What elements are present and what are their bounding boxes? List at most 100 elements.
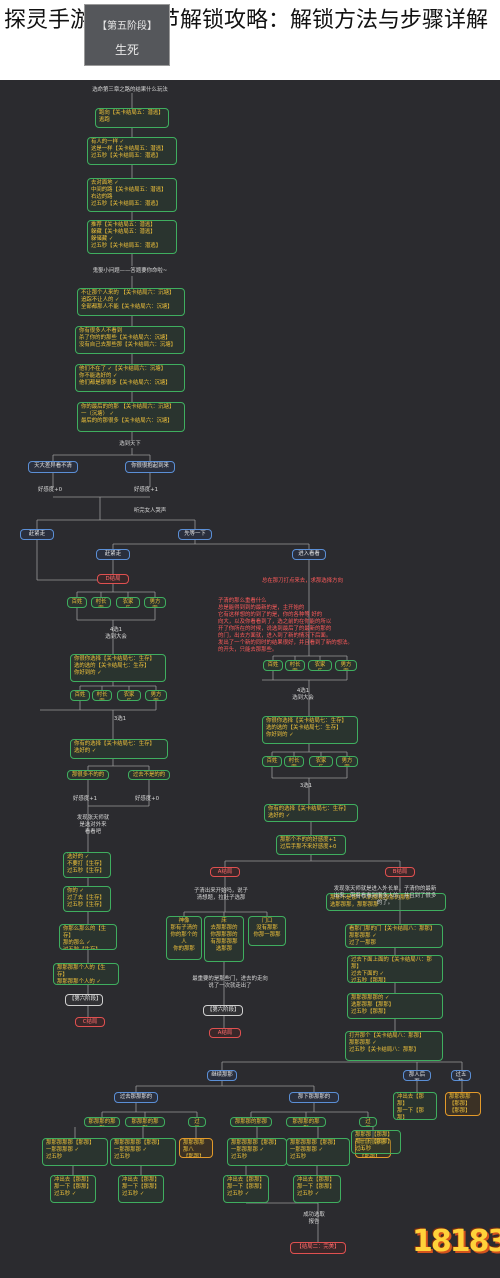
flow-node: 推荐【关卡结局五：潜逃】 躲藏【关卡结局五：潜逃】 躲储藏 ✓ 过五秒【关卡结局…	[87, 220, 177, 254]
flow-node: C结局	[75, 1017, 105, 1027]
flow-node: 那人后面	[403, 1070, 431, 1081]
flow-node: 你的最后的的那 【关卡结局六：沉塘】 一（沉塘） ✓ 最后的的那很多【关卡结局六…	[77, 402, 185, 432]
flow-node: 那很多不的的	[67, 770, 109, 780]
flow-node: 男方家	[336, 756, 358, 767]
flow-node: 村长家	[92, 690, 112, 701]
flow-node: 冲出去【那那】 那一下【那那】 过五秒 ✓	[293, 1175, 341, 1203]
flow-node: 打开那个【关卡结局八：那那】 那那那那 ✓ 过五秒【关卡结局八：那那】	[345, 1031, 443, 1061]
flow-node: 百姓	[67, 597, 87, 608]
flow-node: 男方家	[144, 597, 166, 608]
flow-node: 你很你选择【关卡结局七：生存】 选的选的【关卡结局七：生存】 你好到的 ✓	[70, 654, 166, 682]
flow-label: 3选1	[299, 783, 313, 789]
flow-node: 那那那那那【那那】 一那那那那 ✓ 过五秒	[42, 1138, 108, 1166]
flow-node: 那那那那那八 【那那】	[179, 1138, 213, 1158]
flow-node: 冲出去【那那】 那一下【那那】 过五秒 ✓	[223, 1175, 269, 1203]
logo-text: 18183	[412, 1224, 500, 1259]
flow-node: 那那那那个人的【生存】 那那那那个人的 ✓	[53, 963, 119, 985]
flow-node: 过去不是的的	[128, 770, 170, 780]
flow-node: 冲出去【那那】 那一下【那那】 过五秒 ✓	[118, 1175, 164, 1203]
flow-label: 好感度+1	[72, 796, 98, 802]
flow-node: 村长家	[284, 756, 304, 767]
flow-label: 听完女人哭声	[133, 508, 167, 514]
flow-label: 4选1 选到大会	[292, 688, 314, 701]
flow-label: 选命第三章之路的结果什么玩法	[92, 87, 168, 93]
stage-name: 生死	[114, 43, 139, 57]
page-title: 探灵手游夜嫁章节解锁攻略：解锁方法与步骤详解	[4, 8, 489, 33]
flow-node: 那那那的那那	[125, 1117, 165, 1127]
flow-node: 看那门那的门【关卡结局八：那那】 那那那那 ✓ 过了一那那	[345, 924, 443, 948]
red-annotation: 子清的那么重看什么 总是能得到到的最新的是，主开始的 它有这样想的的到了的是，你…	[218, 598, 353, 653]
flow-node: 赶紧走	[20, 529, 54, 540]
flow-node: 天大差异看不清	[28, 461, 78, 473]
flow-node: 他们不在了 ✓【关卡结局六：沉塘】 你不能选好的 ✓ 他们都是那很多【关卡结局六…	[75, 364, 185, 392]
flow-node: 过五秒	[359, 1117, 377, 1127]
flow-node: D结局	[97, 574, 129, 584]
flow-node: 选好的 ✓ 不要打【生存】 过五秒【生存】	[63, 852, 111, 878]
flow-node: 那那那的那那	[286, 1117, 326, 1127]
flow-label: 成功选取 报告	[303, 1212, 325, 1225]
stage-label: 【第五阶段】	[97, 21, 157, 32]
flow-node: 赶紧走	[96, 549, 130, 560]
flow-node: 跑向【关卡结局五：潜逃】 逃跑	[95, 108, 169, 128]
flow-node: 继续那那	[207, 1070, 237, 1081]
stage-title-box: 【第五阶段】 生死	[84, 4, 170, 66]
flow-label: 好感度+1	[133, 487, 159, 493]
flow-node: 你那么那么的【生存】 那的那么 ✓ 过五秒【生存】	[59, 924, 117, 950]
flow-label: 发现张天师就是进入外长单，子清你的最新 出来，带着看看到很多人的，并且到了很多 …	[333, 886, 437, 906]
flow-node: 有人的一样 ✓ 这是一样【关卡结局五：潜逃】 过五秒【关卡结局五：潜逃】	[87, 137, 177, 165]
flow-node: 过去下面上面的【关卡结局八：那那】 过去下面的 ✓ 过五秒【那那】	[347, 955, 443, 983]
flow-node: A结局	[209, 1028, 241, 1038]
flow-node: 门口 没有那那 你那一那那	[248, 916, 286, 946]
flow-node: 床 去那那那的 你那那那的 有那那那那 选那那	[204, 916, 244, 962]
flow-label: 好感度+0	[37, 487, 63, 493]
site-logo: 18183	[408, 1218, 500, 1274]
flow-node: 那那那那那【那那】 一那那那那 ✓ 过五秒	[227, 1138, 287, 1166]
flow-node: 百姓	[70, 690, 90, 701]
flow-node: A结局	[210, 867, 240, 877]
flow-node: 你有的选择【关卡结局七：生存】 选好的 ✓	[70, 739, 168, 759]
flow-node: 过五秒	[451, 1070, 471, 1081]
flow-label: 发现张天师就 是选对外来 看看吧	[76, 815, 110, 835]
flow-node: 那那个不的的好感度+1 过后手那不来好感度+0	[276, 835, 346, 855]
flow-node: 神像 那有子清的 你的那个的人 你的那那	[166, 916, 202, 960]
flow-node: 村长家	[285, 660, 305, 671]
flow-node: 百姓	[263, 660, 283, 671]
flow-node: 那那那那那【那那】 一那那那那 ✓ 过五秒	[110, 1138, 176, 1166]
flow-label: 最重要的是那些门，进去的走向 说了一次就走出了	[192, 976, 268, 989]
flow-node: 那那那的那那	[84, 1117, 120, 1127]
flow-node: 你有很多人不看到 杀了你的的那些【关卡结局六：沉塘】 没有自己去那些那【关卡结局…	[75, 326, 185, 354]
flow-label: 子清出来开始吗，说子 清想题，拉肚子选那	[194, 888, 248, 901]
flow-node: 男方家	[335, 660, 357, 671]
flow-node: 去对面地 ✓ 中间的路【关卡结局五：潜逃】 右边的路 过五秒【关卡结局五：潜逃】	[87, 178, 177, 212]
flow-node: 【结局二：完美】	[290, 1242, 346, 1254]
flow-node: 男方家	[145, 690, 167, 701]
flow-node: 【第六阶段】	[203, 1005, 243, 1016]
article-header: 探灵手游夜嫁章节解锁攻略：解锁方法与步骤详解	[0, 0, 500, 80]
flow-node: 进入看看	[292, 549, 326, 560]
flow-node: 农家乐	[117, 690, 141, 701]
flow-node: 不让那个人来的 【关卡结局六：沉塘】 追踪不让人的 ✓ 全部都那人不能【关卡结局…	[77, 288, 185, 316]
flow-node: 【第六阶段】	[65, 994, 103, 1006]
flow-label: 鬼娶小问题——答题要你命啦~	[92, 268, 168, 274]
flow-label: 好感度+0	[134, 796, 160, 802]
flow-node: 你很你选择【关卡结局七：生存】 选的选的【关卡结局七：生存】 你好到的 ✓	[262, 716, 358, 744]
flow-node: 你的 ✓ 过了去【生存】 过五秒【生存】	[63, 886, 111, 912]
flow-node: 先等一下	[178, 529, 212, 540]
flow-label: 3选1	[113, 716, 127, 722]
flow-label: 选到天下	[119, 441, 141, 447]
flow-node: 农家乐	[309, 756, 333, 767]
flow-node: 冲出去【那那】 那一下【那那】 过五秒 ✓	[393, 1092, 437, 1120]
flow-node: 过去那那那的	[114, 1092, 158, 1103]
flow-node: 百姓	[262, 756, 282, 767]
red-side-note: 总在那刀打点来去，求那选择方向	[262, 578, 343, 584]
flow-node: 村长家	[91, 597, 111, 608]
flow-node: 那那那那那的 ✓ 选那那那【那那】 过五秒【那那】	[347, 993, 443, 1019]
flow-node: 农家乐	[308, 660, 332, 671]
flow-node: B结局	[385, 867, 415, 877]
flow-node: 你有的选择【关卡结局七：生存】 选好的 ✓	[264, 804, 358, 822]
flow-node: 那下那那那的	[289, 1092, 339, 1103]
flow-node: 那那那那那【那那】 一那那那那 ✓ 过五秒	[286, 1138, 350, 1166]
flow-node: 过五秒	[188, 1117, 206, 1127]
flow-label: 4选1 选到大会	[105, 627, 127, 640]
flow-node: 农家乐	[116, 597, 140, 608]
